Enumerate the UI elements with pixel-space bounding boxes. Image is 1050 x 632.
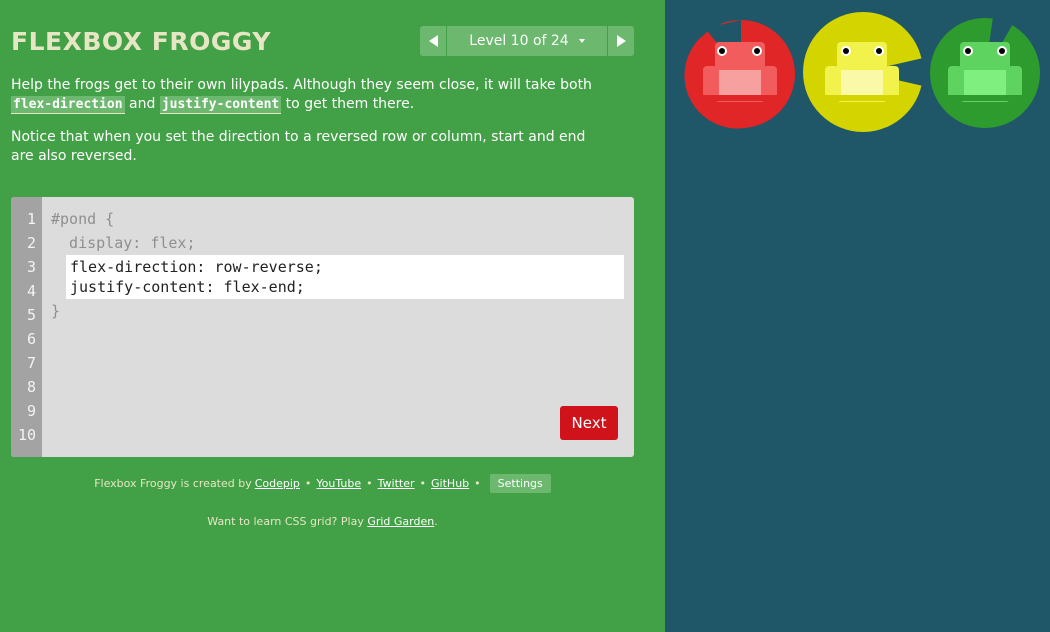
code-line-display: display: flex; bbox=[51, 234, 196, 252]
credits: Flexbox Froggy is created by Codepip • Y… bbox=[0, 474, 645, 493]
next-button[interactable]: Next bbox=[560, 406, 618, 440]
previous-level-button[interactable] bbox=[420, 26, 446, 56]
code-line-selector: #pond { bbox=[51, 210, 115, 228]
input-line-justify-content: justify-content: flex-end; bbox=[70, 278, 305, 296]
separator: • bbox=[304, 477, 312, 490]
settings-button[interactable]: Settings bbox=[489, 474, 551, 493]
caret-down-icon bbox=[578, 39, 585, 43]
pond-board bbox=[665, 0, 1050, 632]
grid-promo-text: Want to learn CSS grid? Play bbox=[207, 515, 364, 528]
pond-scene bbox=[684, 12, 1040, 132]
instructions-paragraph-2: Notice that when you set the direction t… bbox=[11, 129, 586, 164]
code-tag-flex-direction[interactable]: flex-direction bbox=[11, 96, 125, 114]
youtube-link[interactable]: YouTube bbox=[316, 477, 361, 490]
line-number-gutter: 1 2 3 4 5 6 7 8 9 10 bbox=[11, 197, 42, 457]
line-number: 3 bbox=[26, 258, 36, 276]
triangle-left-icon bbox=[428, 35, 438, 47]
line-number: 4 bbox=[26, 282, 36, 300]
twitter-link[interactable]: Twitter bbox=[378, 477, 415, 490]
line-number: 5 bbox=[26, 306, 36, 324]
app-title: FLEXBOX FROGGY bbox=[11, 27, 271, 56]
separator: • bbox=[474, 477, 481, 490]
sidebar: FLEXBOX FROGGY Level 10 of 24 Help the f… bbox=[0, 0, 665, 632]
credits-text: Flexbox Froggy is created by bbox=[94, 477, 252, 490]
github-link[interactable]: GitHub bbox=[431, 477, 469, 490]
grid-garden-link[interactable]: Grid Garden bbox=[367, 515, 434, 528]
code-tag-justify-content[interactable]: justify-content bbox=[159, 96, 282, 114]
instructions-text: to get them there. bbox=[281, 96, 415, 112]
level-indicator[interactable]: Level 10 of 24 bbox=[447, 26, 607, 56]
code-line-close-brace: } bbox=[51, 302, 61, 320]
level-label: Level 10 of 24 bbox=[469, 33, 569, 49]
line-number: 10 bbox=[17, 426, 36, 444]
grid-promo-suffix: . bbox=[434, 515, 438, 528]
instructions-paragraph-1: Help the frogs get to their own lilypads… bbox=[11, 76, 611, 114]
line-number: 8 bbox=[26, 378, 36, 396]
input-line-flex-direction: flex-direction: row-reverse; bbox=[70, 258, 323, 276]
code-editor: 1 2 3 4 5 6 7 8 9 10 #pond { display: fl… bbox=[11, 197, 634, 457]
next-level-button[interactable] bbox=[608, 26, 634, 56]
codepip-link[interactable]: Codepip bbox=[255, 477, 300, 490]
line-number: 6 bbox=[26, 330, 36, 348]
separator: • bbox=[419, 477, 427, 490]
grid-garden-promo: Want to learn CSS grid? Play Grid Garden… bbox=[0, 515, 645, 528]
line-number: 7 bbox=[26, 354, 36, 372]
separator: • bbox=[366, 477, 373, 490]
instructions: Help the frogs get to their own lilypads… bbox=[11, 76, 611, 180]
level-navigation: Level 10 of 24 bbox=[420, 26, 634, 56]
line-number: 2 bbox=[26, 234, 36, 252]
css-input-textarea[interactable]: flex-direction: row-reverse; justify-con… bbox=[66, 255, 624, 299]
triangle-right-icon bbox=[616, 35, 626, 47]
line-number: 9 bbox=[26, 402, 36, 420]
line-number: 1 bbox=[26, 210, 36, 228]
instructions-text: and bbox=[124, 96, 160, 112]
instructions-text: Help the frogs get to their own lilypads… bbox=[11, 77, 592, 93]
